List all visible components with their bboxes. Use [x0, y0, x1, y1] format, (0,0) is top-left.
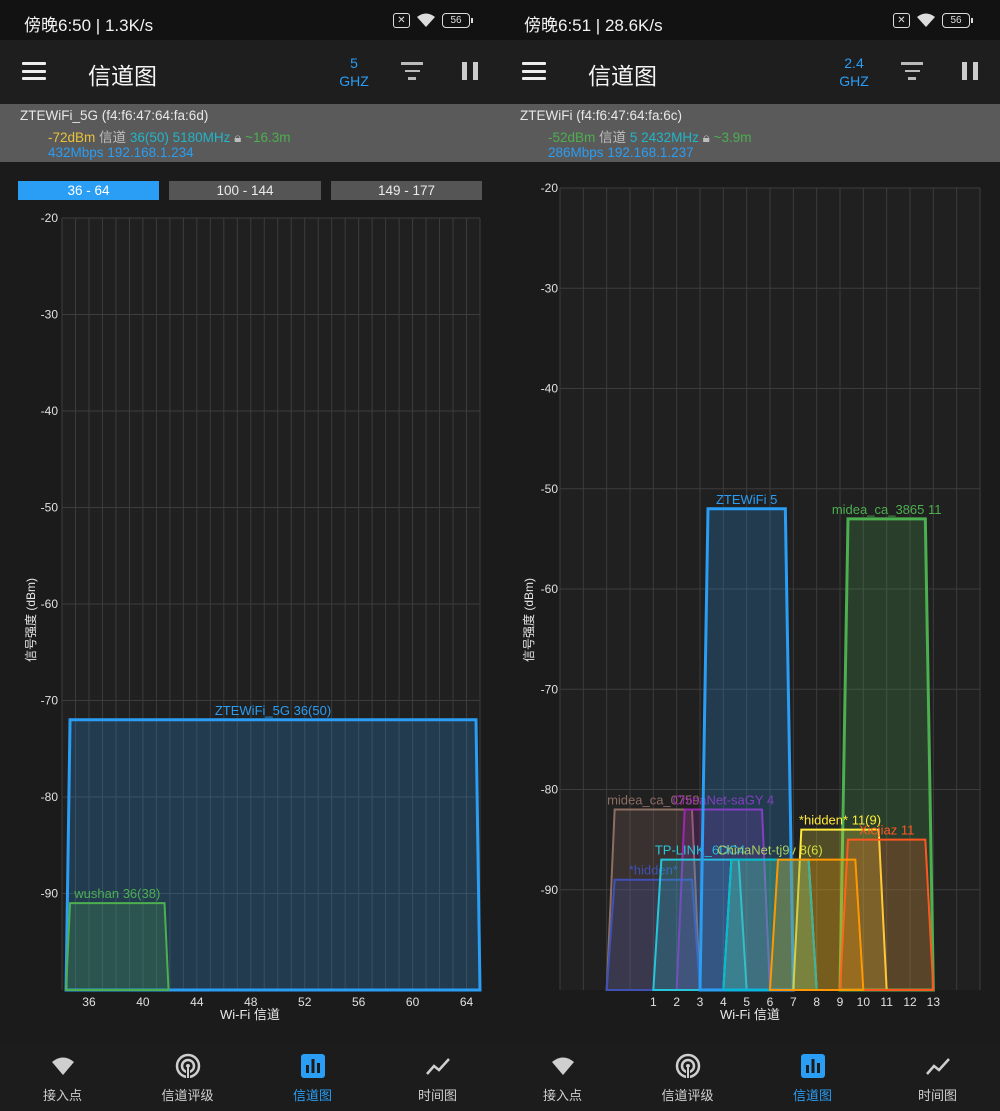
- bottom-navigation: 接入点 信道评级 信道图 时间图: [0, 1043, 500, 1111]
- nav-label: 时间图: [417, 1088, 457, 1103]
- y-tick-label: -70: [541, 682, 559, 696]
- y-tick-label: -90: [41, 887, 59, 901]
- bar-chart-icon: [301, 1054, 325, 1078]
- y-tick-label: -30: [541, 281, 559, 295]
- bar-chart-icon: [801, 1054, 825, 1078]
- network-label: ZTEWiFi_5G 36(50): [215, 703, 331, 718]
- x-tick-label: 9: [837, 995, 844, 1009]
- nav-channel-graph[interactable]: 信道图: [750, 1043, 875, 1111]
- x-tick-label: 52: [298, 995, 312, 1009]
- wifi-icon: [52, 1057, 74, 1075]
- y-axis-label: 信号强度 (dBm): [522, 577, 536, 662]
- y-tick-label: -90: [541, 883, 559, 897]
- y-tick-label: -60: [41, 597, 59, 611]
- network-label: ZTEWiFi 5: [716, 492, 777, 507]
- x-tick-label: 13: [927, 995, 941, 1009]
- nav-label: 信道图: [792, 1088, 832, 1103]
- nav-label: 接入点: [542, 1088, 582, 1103]
- y-tick-label: -20: [41, 211, 59, 225]
- y-tick-label: -30: [41, 308, 59, 322]
- x-tick-label: 3: [697, 995, 704, 1009]
- x-tick-label: 44: [190, 995, 204, 1009]
- nav-label: 信道评级: [661, 1088, 714, 1103]
- line-chart-icon: [926, 1058, 950, 1075]
- x-tick-label: 40: [136, 995, 150, 1009]
- x-tick-label: 2: [673, 995, 680, 1009]
- x-tick-label: 8: [813, 995, 820, 1009]
- wifi-icon: [552, 1057, 574, 1075]
- channel-graph-chart: -20-30-40-50-60-70-80-9036 40 44 48 52 56 60 64…: [41, 211, 482, 1009]
- left-screen: 傍晚6:50 | 1.3K/s ✕ 56 信道图 5 GHZ ZTEWiFi_5…: [0, 0, 500, 1111]
- y-tick-label: -50: [41, 501, 59, 515]
- nav-access-points[interactable]: 接入点: [0, 1043, 125, 1111]
- x-axis-label: Wi-Fi 信道: [720, 1007, 780, 1022]
- right-screen: 傍晚6:51 | 28.6K/s ✕ 56 信道图 2.4 GHZ ZTEWiF…: [500, 0, 1000, 1111]
- line-chart-icon: [426, 1058, 450, 1075]
- channel-graph-chart: -20-30-40-50-60-70-80-901 2 3 4 5 6 7 8 9 10 11 12 1…: [541, 181, 981, 1009]
- y-tick-label: -70: [41, 694, 59, 708]
- nav-time-graph[interactable]: 时间图: [875, 1043, 1000, 1111]
- nav-channel-graph[interactable]: 信道图: [250, 1043, 375, 1111]
- y-tick-label: -50: [541, 482, 559, 496]
- y-tick-label: -40: [41, 404, 59, 418]
- x-tick-label: 1: [650, 995, 657, 1009]
- nav-label: 信道图: [292, 1088, 332, 1103]
- y-tick-label: -60: [541, 582, 559, 596]
- signal-band: [64, 902, 170, 991]
- x-tick-label: 36: [82, 995, 96, 1009]
- network-label: midea_ca_3865 11: [832, 502, 942, 517]
- x-tick-label: 7: [790, 995, 797, 1009]
- nav-access-points[interactable]: 接入点: [500, 1043, 625, 1111]
- network-label: Xiejiaz 11: [859, 823, 914, 838]
- signal-rating-icon: [175, 1053, 201, 1079]
- x-tick-label: 10: [857, 995, 871, 1009]
- nav-label: 信道评级: [161, 1088, 214, 1103]
- bottom-navigation: 接入点 信道评级 信道图 时间图: [500, 1043, 1000, 1111]
- nav-channel-rating[interactable]: 信道评级: [625, 1043, 750, 1111]
- signal-rating-icon: [675, 1053, 701, 1079]
- x-tick-label: 56: [352, 995, 366, 1009]
- y-tick-label: -80: [41, 790, 59, 804]
- network-label: wushan 36(38): [73, 886, 160, 901]
- y-tick-label: -80: [541, 783, 559, 797]
- x-tick-label: 64: [460, 995, 474, 1009]
- nav-label: 时间图: [917, 1088, 957, 1103]
- y-tick-label: -20: [541, 181, 559, 195]
- nav-time-graph[interactable]: 时间图: [375, 1043, 500, 1111]
- signal-band: [768, 858, 865, 991]
- y-tick-label: -40: [541, 382, 559, 396]
- y-axis-label: 信号强度 (dBm): [24, 577, 38, 662]
- nav-label: 接入点: [42, 1088, 82, 1103]
- x-tick-label: 12: [903, 995, 917, 1009]
- x-axis-label: Wi-Fi 信道: [220, 1007, 280, 1022]
- x-tick-label: 60: [406, 995, 420, 1009]
- nav-channel-rating[interactable]: 信道评级: [125, 1043, 250, 1111]
- x-tick-label: 11: [880, 995, 893, 1009]
